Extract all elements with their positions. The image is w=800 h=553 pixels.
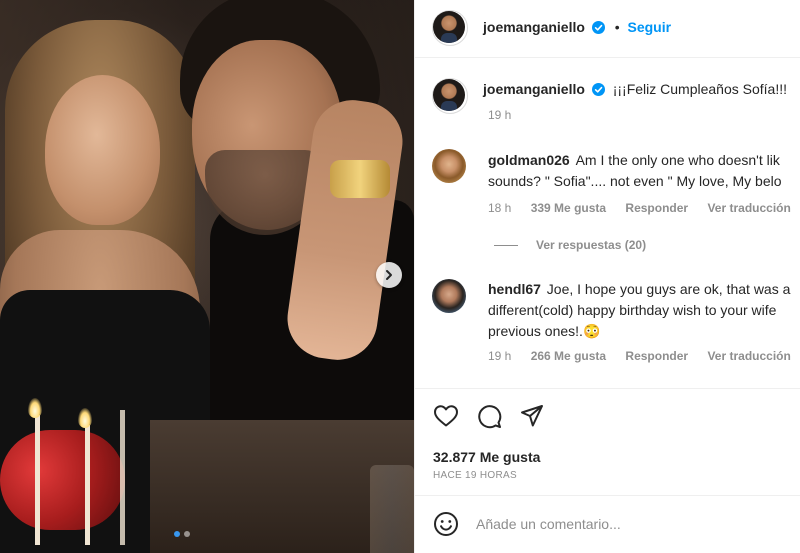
post-photo[interactable] [0,0,414,553]
comment-translate-button[interactable]: Ver traducción [707,349,790,363]
author-avatar-ring[interactable] [432,10,468,46]
share-icon[interactable] [519,403,545,429]
caption-avatar-ring[interactable] [432,78,468,114]
caption: joemanganiello ¡¡¡Feliz Cumpleaños Sofía… [483,79,787,99]
caption-avatar[interactable] [433,79,465,111]
view-replies-label[interactable]: Ver respuestas (20) [536,238,646,252]
gold-watch [330,160,390,198]
post-header: joemanganiello • Seguir [483,17,671,37]
verified-badge-icon [591,21,605,34]
woman-face [45,75,160,225]
comment-avatar[interactable] [432,149,466,183]
comment-time[interactable]: 18 h [488,201,511,215]
caption-meta: 19 h [488,108,527,122]
red-roses [0,430,125,530]
carousel-dot-active [174,531,180,537]
likes-count[interactable]: 32.877 Me gusta [433,447,540,467]
comment-likes[interactable]: 339 Me gusta [531,201,606,215]
comment-text: Am I the only one who doesn't lik [575,152,780,168]
candle [35,415,40,545]
carousel-next-button[interactable] [376,262,402,288]
comment-text-line2: different(cold) happy birthday wish to y… [488,302,777,318]
actions-divider [415,388,800,389]
comment-username[interactable]: hendl67 [488,281,541,297]
comment-username[interactable]: goldman026 [488,152,570,168]
comment-meta: 19 h 266 Me gusta Responder Ver traducci… [488,349,800,363]
author-username[interactable]: joemanganiello [483,19,585,35]
comment-likes[interactable]: 266 Me gusta [531,349,606,363]
heart-icon[interactable] [433,404,459,428]
wine-glass [370,465,414,553]
caption-text: ¡¡¡Feliz Cumpleaños Sofía!!! [612,81,787,97]
comment-text-line3: previous ones!.😳 [488,323,601,339]
comment-reply-button[interactable]: Responder [625,349,688,363]
carousel-dots [174,531,190,537]
comment-avatar-ring[interactable] [432,279,466,313]
posted-ago[interactable]: HACE 19 HORAS [433,466,517,486]
comment-text-line2: sounds? " Sofia".... not even " My love,… [488,173,782,189]
comment-text: Joe, I hope you guys are ok, that was a [546,281,791,297]
header-separator: • [614,19,620,35]
comment-meta: 18 h 339 Me gusta Responder Ver traducci… [488,201,800,215]
comment-avatar-ring[interactable] [432,149,466,183]
follow-button[interactable]: Seguir [628,19,672,35]
composer-divider [415,495,800,496]
comment-avatar[interactable] [432,279,466,313]
caption-time[interactable]: 19 h [488,108,511,122]
comment-line: hendl67 Joe, I hope you guys are ok, tha… [488,279,790,299]
author-avatar[interactable] [433,11,465,43]
post-side-panel: joemanganiello • Seguir joemanganiello ¡… [414,0,800,553]
candle-flame [28,398,42,418]
emoji-icon[interactable] [433,511,459,537]
verified-badge-icon [591,83,605,96]
header-divider [415,57,800,58]
comment-translate-button[interactable]: Ver traducción [707,201,790,215]
view-replies-button[interactable]: Ver respuestas (20) [536,238,646,252]
comment-icon[interactable] [476,403,502,429]
candle [85,425,90,545]
comment-reply-button[interactable]: Responder [625,201,688,215]
candle [120,410,125,545]
comment-line: goldman026 Am I the only one who doesn't… [488,150,780,170]
caption-username[interactable]: joemanganiello [483,81,585,97]
carousel-dot [184,531,190,537]
comment-time[interactable]: 19 h [488,349,511,363]
candle-flame [78,408,92,428]
chevron-right-icon [386,270,392,280]
comment-input[interactable]: Añade un comentario... [476,514,621,534]
replies-line [494,245,518,246]
